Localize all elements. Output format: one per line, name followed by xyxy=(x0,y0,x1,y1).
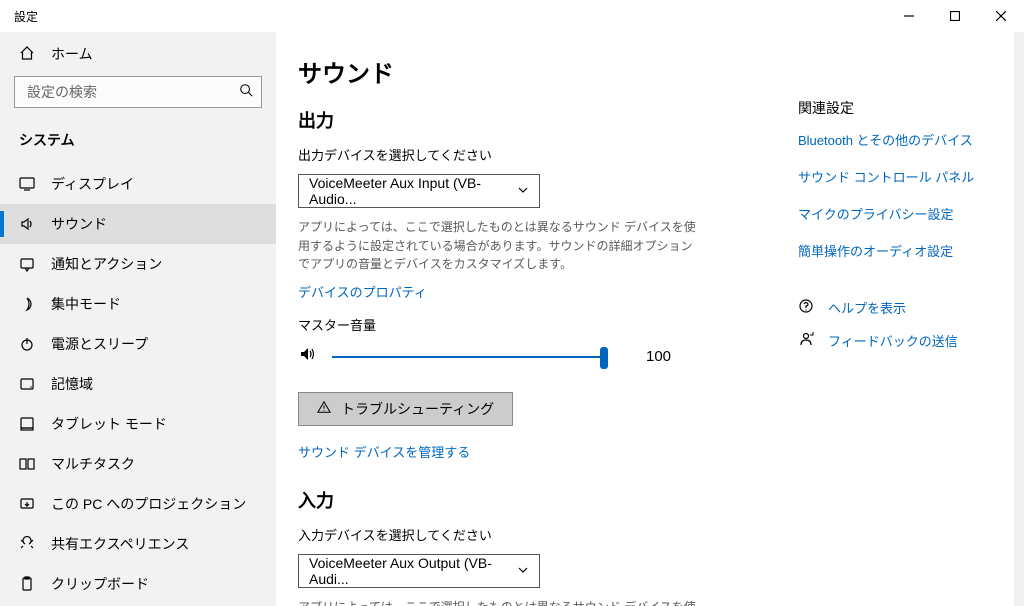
sidebar-item-label: 電源とスリープ xyxy=(51,334,148,354)
sidebar-item-label: マルチタスク xyxy=(51,454,135,474)
sidebar-item-label: この PC へのプロジェクション xyxy=(51,494,246,514)
master-volume-label: マスター音量 xyxy=(298,315,758,334)
display-icon xyxy=(19,176,35,192)
notify-icon xyxy=(19,256,35,272)
speaker-icon[interactable] xyxy=(298,344,318,369)
sidebar-item-tablet[interactable]: タブレット モード xyxy=(0,404,276,444)
help-label: ヘルプを表示 xyxy=(828,298,906,317)
window-title: 設定 xyxy=(0,8,38,25)
sidebar: ホーム システム ディスプレイサウンド通知とアクション集中モード電源とスリープ記… xyxy=(0,32,276,606)
volume-value: 100 xyxy=(646,348,671,365)
sidebar-item-focus[interactable]: 集中モード xyxy=(0,284,276,324)
output-device-value: VoiceMeeter Aux Input (VB-Audio... xyxy=(309,175,517,207)
sidebar-item-share[interactable]: 共有エクスペリエンス xyxy=(0,524,276,564)
sound-icon xyxy=(19,216,35,232)
power-icon xyxy=(19,336,35,352)
nav-list: ディスプレイサウンド通知とアクション集中モード電源とスリープ記憶域タブレット モ… xyxy=(0,164,276,604)
volume-row: 100 xyxy=(298,344,758,370)
sidebar-item-label: クリップボード xyxy=(51,574,149,594)
related-link-ease-audio[interactable]: 簡単操作のオーディオ設定 xyxy=(798,241,998,260)
share-icon xyxy=(19,536,35,552)
help-row[interactable]: ヘルプを表示 xyxy=(798,298,998,317)
output-device-dropdown[interactable]: VoiceMeeter Aux Input (VB-Audio... xyxy=(298,174,540,208)
sidebar-item-label: 集中モード xyxy=(51,294,121,314)
input-device-label: 入力デバイスを選択してください xyxy=(298,525,758,544)
help-icon xyxy=(798,298,814,317)
close-button[interactable] xyxy=(978,0,1024,32)
warning-icon xyxy=(317,400,331,417)
related-panel: 関連設定 Bluetooth とその他のデバイス サウンド コントロール パネル… xyxy=(798,54,998,606)
troubleshoot-button[interactable]: トラブルシューティング xyxy=(298,392,513,426)
related-header: 関連設定 xyxy=(798,98,998,118)
content: サウンド 出力 出力デバイスを選択してください VoiceMeeter Aux … xyxy=(298,54,758,606)
sidebar-item-display[interactable]: ディスプレイ xyxy=(0,164,276,204)
page-title: サウンド xyxy=(298,54,758,89)
output-description: アプリによっては、ここで選択したものとは異なるサウンド デバイスを使用するように… xyxy=(298,218,698,274)
sidebar-item-label: 通知とアクション xyxy=(51,254,162,274)
home-icon xyxy=(19,45,35,64)
input-description: アプリによっては、ここで選択したものとは異なるサウンド デバイスを使用するように… xyxy=(298,598,698,606)
sidebar-item-multitask[interactable]: マルチタスク xyxy=(0,444,276,484)
related-link-mic-privacy[interactable]: マイクのプライバシー設定 xyxy=(798,204,998,223)
vertical-scrollbar[interactable] xyxy=(1014,32,1024,606)
multitask-icon xyxy=(19,456,35,472)
manage-sound-devices-link[interactable]: サウンド デバイスを管理する xyxy=(298,442,758,461)
main: サウンド 出力 出力デバイスを選択してください VoiceMeeter Aux … xyxy=(276,32,1024,606)
output-header: 出力 xyxy=(298,107,758,133)
feedback-label: フィードバックの送信 xyxy=(828,331,958,350)
search-box[interactable] xyxy=(14,76,262,108)
chevron-down-icon xyxy=(517,183,529,199)
output-device-label: 出力デバイスを選択してください xyxy=(298,145,758,164)
home-label: ホーム xyxy=(51,44,93,64)
sidebar-item-label: サウンド xyxy=(51,214,107,234)
search-icon xyxy=(239,83,253,102)
sidebar-item-power[interactable]: 電源とスリープ xyxy=(0,324,276,364)
sidebar-item-label: タブレット モード xyxy=(51,414,167,434)
project-icon xyxy=(19,496,35,512)
search-input[interactable] xyxy=(25,83,235,101)
sidebar-item-label: 記憶域 xyxy=(51,374,93,394)
feedback-icon xyxy=(798,331,814,350)
sidebar-item-project[interactable]: この PC へのプロジェクション xyxy=(0,484,276,524)
troubleshoot-label: トラブルシューティング xyxy=(341,399,494,419)
related-link-bluetooth[interactable]: Bluetooth とその他のデバイス xyxy=(798,130,998,149)
device-properties-link[interactable]: デバイスのプロパティ xyxy=(298,282,758,301)
sidebar-item-label: 共有エクスペリエンス xyxy=(51,534,189,554)
sidebar-item-sound[interactable]: サウンド xyxy=(0,204,276,244)
titlebar: 設定 xyxy=(0,0,1024,32)
input-header: 入力 xyxy=(298,487,758,513)
home-button[interactable]: ホーム xyxy=(0,32,276,76)
storage-icon xyxy=(19,376,35,392)
window-controls xyxy=(886,0,1024,32)
tablet-icon xyxy=(19,416,35,432)
related-link-sound-control-panel[interactable]: サウンド コントロール パネル xyxy=(798,167,998,186)
sidebar-item-notify[interactable]: 通知とアクション xyxy=(0,244,276,284)
minimize-button[interactable] xyxy=(886,0,932,32)
volume-slider[interactable] xyxy=(332,344,604,370)
sidebar-item-clipboard[interactable]: クリップボード xyxy=(0,564,276,604)
clipboard-icon xyxy=(19,576,35,592)
focus-icon xyxy=(19,296,35,312)
settings-window: 設定 ホーム システム ディスプレイサウンド通知とアクション集中モード電源とスリ… xyxy=(0,0,1024,606)
input-device-dropdown[interactable]: VoiceMeeter Aux Output (VB-Audi... xyxy=(298,554,540,588)
feedback-row[interactable]: フィードバックの送信 xyxy=(798,331,998,350)
sidebar-item-label: ディスプレイ xyxy=(51,174,134,194)
maximize-button[interactable] xyxy=(932,0,978,32)
input-device-value: VoiceMeeter Aux Output (VB-Audi... xyxy=(309,555,517,587)
chevron-down-icon xyxy=(517,563,529,579)
category-label: システム xyxy=(0,118,276,164)
sidebar-item-storage[interactable]: 記憶域 xyxy=(0,364,276,404)
